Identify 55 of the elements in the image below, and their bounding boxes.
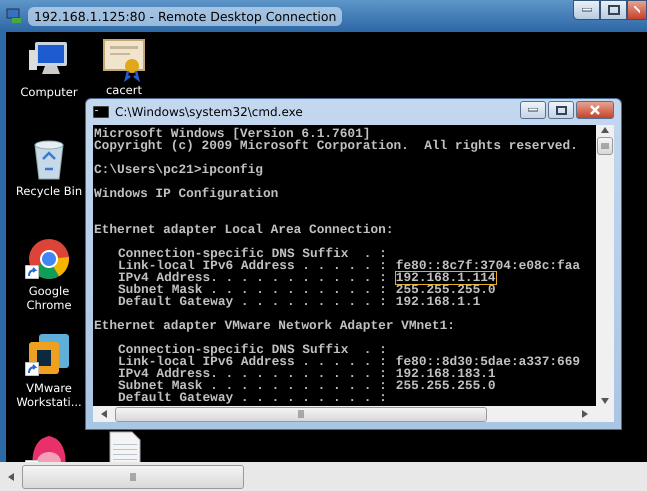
console-field-label: Subnet Mask . . . . . . . . . . . : [118,380,387,392]
remote-desktop-icon [6,8,22,24]
maximize-button[interactable] [600,0,627,20]
minimize-icon [528,108,538,112]
console-title: C:\Windows\system32\cmd.exe [115,105,303,119]
scroll-down-arrow-icon[interactable] [601,398,609,404]
close-button[interactable] [576,101,614,119]
console-field-label: Default Gateway . . . . . . . . . : [118,392,387,404]
highlighted-value: 192.168.1.114 [394,270,497,284]
console-line: Microsoft Windows [Version 6.1.7601] [94,128,370,140]
console-field-value: fe80::8c7f:3704:e08c:faa [394,258,582,272]
close-icon [634,6,640,14]
console-field-value: 192.168.183.1 [394,366,497,380]
scroll-thumb[interactable] [115,406,487,422]
scroll-up-arrow-icon[interactable] [601,127,609,133]
console-field-label: IPv4 Address. . . . . . . . . . . : [118,368,387,380]
console-line: Copyright (c) 2009 Microsoft Corporation. All rights reserved. [94,140,578,152]
console-field-label: IPv4 Address. . . . . . . . . . . : [118,272,387,284]
maximize-icon [608,5,620,15]
console-line: Ethernet adapter Local Area Connection: [94,224,394,236]
maximize-icon [556,106,566,114]
minimize-button[interactable] [573,0,600,20]
window-title: 192.168.1.125:80 - Remote Desktop Connection [28,6,342,26]
icon-label: VMware Workstati... [15,381,83,409]
close-icon [590,105,600,115]
close-button[interactable] [627,0,647,20]
console-field-value: 255.255.255.0 [394,282,497,296]
console-field-value: 255.255.255.0 [394,378,497,392]
console-field-label: Connection-specific DNS Suffix . : [118,344,387,356]
icon-label: Computer [19,85,79,99]
console-line: Windows IP Configuration [94,188,278,200]
grip-icon [130,472,136,480]
icon-label: Google Chrome [25,284,73,312]
console-line: Ethernet adapter VMware Network Adapter VMnet1: [94,320,455,332]
maximize-button[interactable] [548,101,574,119]
scroll-left-arrow-icon[interactable] [101,410,107,418]
scroll-right-arrow-icon[interactable] [582,410,588,418]
minimize-icon [582,8,592,12]
grip-icon [601,142,609,150]
console-field-label: Link-local IPv6 Address . . . . . : [118,260,387,272]
console-line: C:\Users\pc21>ipconfig [94,164,263,176]
scroll-thumb[interactable] [22,464,244,488]
console-icon [93,106,109,118]
grip-icon [298,410,304,418]
scroll-thumb[interactable] [597,137,613,155]
console-field-value: 192.168.1.1 [394,294,482,308]
console-field-label: Subnet Mask . . . . . . . . . . . : [118,284,387,296]
console-field-label: Connection-specific DNS Suffix . : [118,248,387,260]
icon-label: cacert [104,83,143,97]
console-field-label: Link-local IPv6 Address . . . . . : [118,356,387,368]
console-field-value: fe80::8d30:5dae:a337:669 [394,354,582,368]
scroll-left-arrow-icon[interactable] [8,472,14,480]
minimize-button[interactable] [520,101,546,119]
console-field-label: Default Gateway . . . . . . . . . : [118,296,387,308]
icon-label: Recycle Bin [14,184,84,198]
